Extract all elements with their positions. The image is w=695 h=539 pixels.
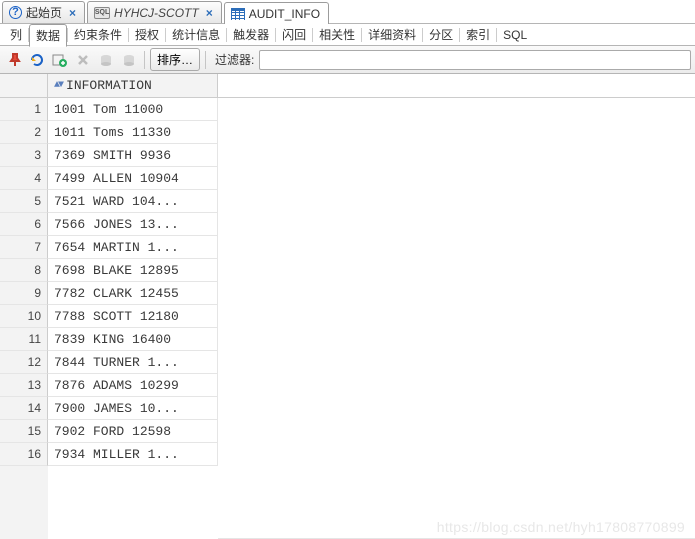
subtab-grants[interactable]: 授权 — [129, 24, 165, 45]
db-down-icon — [122, 53, 136, 67]
row-number[interactable]: 8 — [0, 259, 48, 282]
refresh-icon — [29, 52, 45, 68]
add-row-icon — [52, 52, 68, 68]
delete-row-icon — [76, 53, 90, 67]
subtab-indexes[interactable]: 索引 — [460, 24, 496, 45]
sql-icon: SQL — [94, 7, 110, 19]
subtab-details[interactable]: 详细资料 — [362, 24, 422, 45]
data-grid: 1 2 3 4 5 6 7 8 9 10 11 12 13 14 15 16 ▲… — [0, 74, 695, 539]
row-header-corner — [0, 74, 48, 98]
pin-button[interactable] — [4, 50, 24, 70]
subtab-data[interactable]: 数据 — [29, 24, 67, 47]
delete-row-button[interactable] — [73, 50, 93, 70]
help-icon: ? — [9, 6, 22, 19]
data-cell[interactable]: 7844 TURNER 1... — [48, 351, 218, 374]
subtab-columns[interactable]: 列 — [4, 24, 28, 45]
data-cell[interactable]: 7654 MARTIN 1... — [48, 236, 218, 259]
data-cell[interactable]: 7934 MILLER 1... — [48, 443, 218, 466]
data-cell[interactable]: 7566 JONES 13... — [48, 213, 218, 236]
grid-empty-area — [218, 74, 695, 539]
commit-button[interactable] — [96, 50, 116, 70]
data-cell[interactable]: 7698 BLAKE 12895 — [48, 259, 218, 282]
data-cell[interactable]: 1001 Tom 11000 — [48, 98, 218, 121]
data-cell[interactable]: 1011 Toms 11330 — [48, 121, 218, 144]
data-cell[interactable]: 7788 SCOTT 12180 — [48, 305, 218, 328]
db-up-icon — [99, 53, 113, 67]
column-header-label: INFORMATION — [66, 78, 152, 93]
data-cell[interactable]: 7369 SMITH 9936 — [48, 144, 218, 167]
row-number[interactable]: 9 — [0, 282, 48, 305]
data-cell[interactable]: 7839 KING 16400 — [48, 328, 218, 351]
table-icon — [231, 7, 245, 21]
row-number[interactable]: 15 — [0, 420, 48, 443]
data-cell[interactable]: 7876 ADAMS 10299 — [48, 374, 218, 397]
subtab-flashback[interactable]: 闪回 — [276, 24, 312, 45]
tab-audit-info[interactable]: AUDIT_INFO — [224, 2, 329, 24]
data-cell[interactable]: 7782 CLARK 12455 — [48, 282, 218, 305]
row-number[interactable]: 16 — [0, 443, 48, 466]
row-number[interactable]: 13 — [0, 374, 48, 397]
row-number[interactable]: 3 — [0, 144, 48, 167]
data-cell[interactable]: 7499 ALLEN 10904 — [48, 167, 218, 190]
column-information: ▲▼ INFORMATION 1001 Tom 11000 1011 Toms … — [48, 74, 218, 539]
data-cell[interactable]: 7902 FORD 12598 — [48, 420, 218, 443]
row-number[interactable]: 7 — [0, 236, 48, 259]
sort-indicator-icon: ▲▼ — [54, 80, 62, 91]
row-number[interactable]: 10 — [0, 305, 48, 328]
add-row-button[interactable] — [50, 50, 70, 70]
subtab-statistics[interactable]: 统计信息 — [166, 24, 226, 45]
row-number[interactable]: 12 — [0, 351, 48, 374]
data-toolbar: 排序… 过滤器: — [0, 46, 695, 74]
subtab-constraints[interactable]: 约束条件 — [68, 24, 128, 45]
sub-tabs: 列 数据 约束条件 授权 统计信息 触发器 闪回 相关性 详细资料 分区 索引 … — [0, 24, 695, 46]
column-header[interactable]: ▲▼ INFORMATION — [48, 74, 218, 98]
row-number[interactable]: 6 — [0, 213, 48, 236]
filter-input[interactable] — [259, 50, 691, 70]
tab-label: HYHCJ-SCOTT — [114, 6, 199, 20]
row-number[interactable]: 2 — [0, 121, 48, 144]
refresh-button[interactable] — [27, 50, 47, 70]
row-number[interactable]: 5 — [0, 190, 48, 213]
row-number[interactable]: 4 — [0, 167, 48, 190]
data-cell[interactable]: 7521 WARD 104... — [48, 190, 218, 213]
pin-icon — [7, 53, 21, 67]
rollback-button[interactable] — [119, 50, 139, 70]
editor-tabs: ? 起始页 × SQL HYHCJ-SCOTT × AUDIT_INFO — [0, 0, 695, 24]
tab-label: AUDIT_INFO — [249, 7, 320, 21]
tab-label: 起始页 — [26, 4, 62, 21]
tab-start-page[interactable]: ? 起始页 × — [2, 1, 85, 23]
row-number-gutter: 1 2 3 4 5 6 7 8 9 10 11 12 13 14 15 16 — [0, 74, 48, 539]
row-number[interactable]: 14 — [0, 397, 48, 420]
subtab-sql[interactable]: SQL — [497, 26, 533, 44]
row-number[interactable]: 1 — [0, 98, 48, 121]
subtab-dependencies[interactable]: 相关性 — [313, 24, 361, 45]
close-icon[interactable]: × — [69, 6, 76, 20]
sort-button[interactable]: 排序… — [150, 48, 200, 71]
subtab-triggers[interactable]: 触发器 — [227, 24, 275, 45]
subtab-partitions[interactable]: 分区 — [423, 24, 459, 45]
data-cell[interactable]: 7900 JAMES 10... — [48, 397, 218, 420]
close-icon[interactable]: × — [206, 6, 213, 20]
row-number[interactable]: 11 — [0, 328, 48, 351]
tab-hyhcj-scott[interactable]: SQL HYHCJ-SCOTT × — [87, 1, 222, 23]
filter-label: 过滤器: — [215, 51, 254, 68]
